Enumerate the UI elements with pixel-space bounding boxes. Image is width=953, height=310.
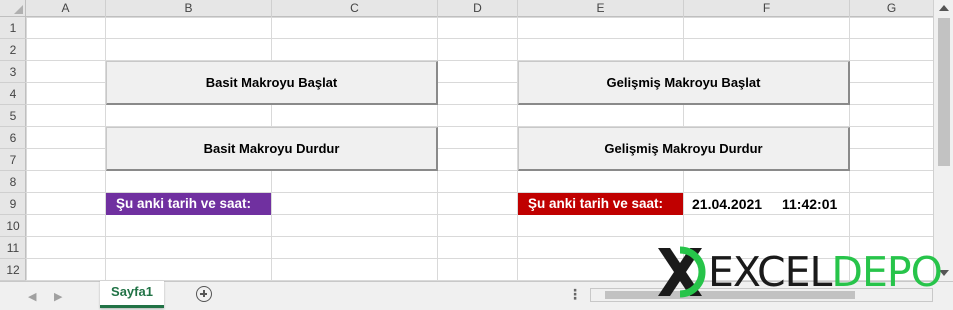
row-header-1[interactable]: 1	[0, 17, 26, 39]
advanced-macro-start-button[interactable]: Gelişmiş Makroyu Başlat	[518, 61, 850, 105]
advanced-datetime-label: Şu anki tarih ve saat:	[518, 193, 683, 215]
time-value: 11:42:01	[782, 196, 838, 212]
column-header-f[interactable]: F	[684, 0, 850, 17]
exceldepo-logo: EXCELDEPO	[656, 244, 950, 300]
column-header-bar: A B C D E F G	[26, 0, 933, 17]
next-sheet-icon[interactable]: ▶	[54, 290, 62, 303]
date-value: 21.04.2021	[692, 196, 763, 212]
row-header-10[interactable]: 10	[0, 215, 26, 237]
row-header-9[interactable]: 9	[0, 193, 26, 215]
column-header-g[interactable]: G	[850, 0, 933, 17]
advanced-macro-stop-button[interactable]: Gelişmiş Makroyu Durdur	[518, 127, 850, 171]
add-sheet-icon[interactable]	[196, 286, 212, 302]
simple-datetime-label: Şu anki tarih ve saat:	[106, 193, 271, 215]
logo-wordmark: EXCELDEPO	[708, 248, 943, 296]
simple-macro-start-button[interactable]: Basit Makroyu Başlat	[106, 61, 438, 105]
row-header-5[interactable]: 5	[0, 105, 26, 127]
grid-line	[26, 236, 933, 237]
cell-grid[interactable]: Basit Makroyu Başlat Basit Makroyu Durdu…	[26, 17, 933, 281]
grid-line	[26, 38, 933, 39]
column-header-e[interactable]: E	[518, 0, 684, 17]
vertical-scrollbar[interactable]	[933, 0, 953, 281]
row-header-12[interactable]: 12	[0, 259, 26, 281]
row-header-2[interactable]: 2	[0, 39, 26, 61]
row-header-3[interactable]: 3	[0, 61, 26, 83]
scroll-up-icon[interactable]	[939, 5, 949, 11]
simple-macro-stop-button[interactable]: Basit Makroyu Durdur	[106, 127, 438, 171]
column-header-a[interactable]: A	[26, 0, 106, 17]
row-header-7[interactable]: 7	[0, 149, 26, 171]
vertical-scroll-thumb[interactable]	[938, 18, 950, 166]
row-header-6[interactable]: 6	[0, 127, 26, 149]
column-header-b[interactable]: B	[106, 0, 272, 17]
logo-x-icon	[658, 246, 706, 298]
column-header-d[interactable]: D	[438, 0, 518, 17]
column-header-c[interactable]: C	[272, 0, 438, 17]
select-all-corner[interactable]	[0, 0, 26, 17]
logo-text-excel: EXCEL	[708, 248, 832, 296]
sheet-tab-sayfa1[interactable]: Sayfa1	[100, 281, 164, 308]
row-header-11[interactable]: 11	[0, 237, 26, 259]
row-header-4[interactable]: 4	[0, 83, 26, 105]
row-header-bar: 1 2 3 4 5 6 7 8 9 10 11 12	[0, 17, 26, 281]
row-header-8[interactable]: 8	[0, 171, 26, 193]
sheet-options-icon[interactable]: ⋮	[568, 286, 582, 303]
previous-sheet-icon[interactable]: ◀	[28, 290, 36, 303]
logo-text-depo: DEPO	[831, 248, 942, 296]
select-all-triangle-icon	[14, 5, 23, 14]
